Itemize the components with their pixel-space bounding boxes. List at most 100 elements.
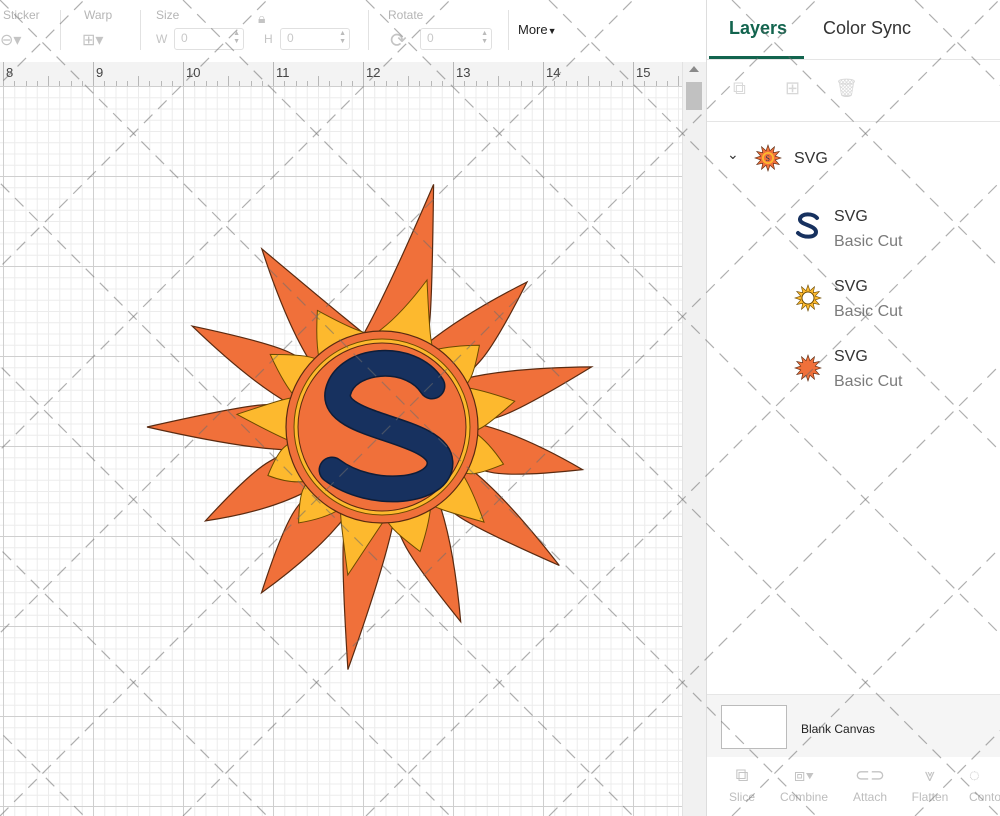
- ruler-tick: [183, 62, 184, 86]
- sticker-icon[interactable]: ⊖▾: [0, 30, 21, 50]
- contour-button[interactable]: ◌ Conto: [957, 764, 1000, 804]
- ruler-tick: [363, 62, 364, 86]
- divider: [707, 121, 1000, 122]
- ruler-tick: [453, 62, 454, 86]
- group-name: SVG: [794, 150, 828, 167]
- sticker-group: Sticker ⊖▾: [0, 0, 60, 62]
- combine-label: Combine: [779, 790, 829, 804]
- size-label: Size: [156, 8, 180, 22]
- layer-type: Basic Cut: [834, 303, 903, 320]
- delete-icon[interactable]: 🗑︎: [835, 78, 858, 99]
- ruler-tick: [273, 62, 274, 86]
- ruler-tick: [318, 76, 319, 86]
- horizontal-ruler: 8 9 10 11 12 13 14 15: [0, 62, 682, 87]
- blank-canvas-label: Blank Canvas: [801, 722, 876, 736]
- ruler-tick: [228, 76, 229, 86]
- duplicate-icon[interactable]: ⊞: [785, 78, 800, 99]
- ruler-label: 11: [276, 65, 290, 80]
- toolbar-divider: [60, 10, 61, 50]
- ruler-tick: [48, 76, 49, 86]
- height-input[interactable]: 0 ▲ ▼: [280, 28, 350, 50]
- flatten-icon: ⩔: [924, 765, 936, 785]
- warp-group: Warp ⊞▾: [70, 0, 140, 62]
- toolbar-divider: [368, 10, 369, 50]
- slice-icon: ⧉: [735, 765, 749, 785]
- rotate-input[interactable]: 0 ▲ ▼: [420, 28, 492, 50]
- width-input[interactable]: 0 ▲ ▼: [174, 28, 244, 50]
- rotate-label: Rotate: [388, 8, 424, 22]
- svg-text:S: S: [766, 154, 770, 163]
- rotate-value: 0: [427, 31, 434, 45]
- rotate-icon[interactable]: ⟳: [390, 28, 407, 53]
- design-canvas[interactable]: [0, 86, 682, 816]
- ruler-label: 14: [546, 65, 561, 80]
- scroll-up-icon[interactable]: [689, 66, 699, 72]
- layer-row[interactable]: SVG Basic Cut: [707, 270, 1000, 326]
- attach-button[interactable]: ⊂⊃ Attach: [842, 764, 898, 804]
- caret-down-icon: ▼: [547, 26, 557, 36]
- ruler-label: 10: [186, 65, 201, 80]
- height-letter: H: [264, 32, 273, 46]
- ruler-label: 9: [96, 65, 104, 80]
- flatten-label: Flatten: [911, 790, 949, 804]
- slice-label: Slice: [728, 790, 755, 804]
- vertical-scrollbar[interactable]: [682, 62, 706, 816]
- more-label: More: [518, 22, 548, 37]
- contour-label: Conto: [969, 790, 1000, 804]
- warp-icon[interactable]: ⊞▾: [82, 30, 103, 50]
- attach-label: Attach: [852, 790, 888, 804]
- ruler-tick: [138, 76, 139, 86]
- layer-group-row[interactable]: ⌄ S SVG: [707, 140, 1000, 180]
- ruler-label: 12: [366, 65, 381, 80]
- more-button[interactable]: More▼: [518, 22, 557, 37]
- width-value: 0: [181, 31, 188, 45]
- ruler-tick: [588, 76, 589, 86]
- combine-icon: ⧈▾: [793, 765, 815, 785]
- group-icon[interactable]: ⧉: [733, 78, 746, 99]
- toolbar-divider: [508, 10, 509, 50]
- ruler-tick: [678, 76, 679, 86]
- attach-icon: ⊂⊃: [854, 765, 886, 785]
- ruler-label: 13: [456, 65, 471, 80]
- ruler-tick: [498, 76, 499, 86]
- layer-name: SVG: [834, 278, 868, 295]
- scroll-thumb[interactable]: [686, 82, 702, 110]
- layer-name: SVG: [834, 348, 868, 365]
- ruler-label: 15: [636, 65, 651, 80]
- chevron-down-icon[interactable]: ⌄: [727, 146, 739, 163]
- height-value: 0: [287, 31, 294, 45]
- layer-name: SVG: [834, 208, 868, 225]
- edit-toolbar: Sticker ⊖▾ Warp ⊞▾ Size W 0 ▲ ▼ 🔒︎ H 0 ▲ ▼…: [0, 0, 705, 63]
- blank-canvas-row[interactable]: Blank Canvas: [707, 694, 1000, 757]
- sun-burst-icon: [794, 354, 822, 382]
- combine-button[interactable]: ⧈▾ Combine: [776, 764, 832, 804]
- layer-type: Basic Cut: [834, 233, 903, 250]
- blank-canvas-swatch[interactable]: [721, 705, 787, 749]
- layer-type: Basic Cut: [834, 373, 903, 390]
- ruler-tick: [633, 62, 634, 86]
- size-group: Size W 0 ▲ ▼ 🔒︎ H 0 ▲ ▼: [150, 0, 360, 62]
- ruler-tick: [93, 62, 94, 86]
- ruler-tick: [3, 62, 4, 86]
- tab-layers[interactable]: Layers: [729, 18, 787, 39]
- height-stepper-icon[interactable]: ▲ ▼: [339, 30, 346, 46]
- width-letter: W: [156, 32, 168, 46]
- divider: [707, 59, 1000, 60]
- layer-row[interactable]: SVG Basic Cut: [707, 200, 1000, 256]
- layer-row[interactable]: SVG Basic Cut: [707, 340, 1000, 396]
- sun-ring-icon: [794, 284, 822, 312]
- slice-button[interactable]: ⧉ Slice: [714, 764, 770, 804]
- lock-icon[interactable]: 🔒︎: [258, 10, 265, 27]
- width-stepper-icon[interactable]: ▲ ▼: [233, 30, 240, 46]
- sticker-label: Sticker: [3, 8, 40, 22]
- contour-icon: ◌: [969, 765, 980, 785]
- layers-panel: Layers Color Sync ⧉ ⊞ 🗑︎ ⌄ S SVG SVG Bas…: [706, 0, 1000, 816]
- rotate-stepper-icon[interactable]: ▲ ▼: [481, 30, 488, 46]
- flatten-button[interactable]: ⩔ Flatten: [902, 764, 958, 804]
- sun-group-thumbnail-icon: S: [754, 144, 782, 172]
- sun-logo-design[interactable]: [0, 86, 682, 816]
- ruler-label: 8: [6, 65, 14, 80]
- tab-color-sync[interactable]: Color Sync: [823, 18, 911, 39]
- warp-label: Warp: [84, 8, 113, 22]
- ruler-tick: [543, 62, 544, 86]
